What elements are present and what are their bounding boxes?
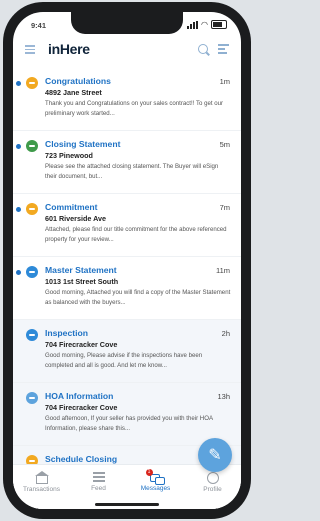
message-title: Closing Statement — [45, 139, 121, 149]
filter-icon[interactable] — [218, 44, 229, 56]
message-preview: Attached, please find our title commitme… — [45, 226, 227, 243]
hamburger-icon[interactable] — [25, 45, 35, 56]
unread-dot — [16, 81, 21, 86]
message-title: Master Statement — [45, 265, 117, 275]
sender-avatar-icon — [26, 329, 38, 341]
tab-label: Messages — [140, 485, 171, 492]
tab-label: Profile — [203, 486, 222, 493]
message-preview: Good afternoon, If your seller has provi… — [45, 415, 213, 432]
sender-avatar-icon — [26, 203, 38, 215]
message-address: 704 Firecracker Cove — [45, 403, 118, 412]
messages-icon: 1 — [145, 469, 165, 485]
sender-avatar-icon — [26, 140, 38, 152]
message-time: 2h — [221, 329, 230, 338]
message-title: HOA Information — [45, 391, 114, 401]
message-row[interactable]: HOA Information 13h 704 Firecracker Cove Go… — [13, 383, 241, 446]
unread-dot — [16, 270, 21, 275]
message-time: 5m — [219, 140, 230, 149]
message-row[interactable]: Closing Statement 5m 723 Pinewood Please se… — [13, 131, 241, 194]
status-icons: ◠ — [187, 20, 227, 29]
message-address: 704 Firecracker Cove — [45, 340, 118, 349]
profile-icon — [206, 472, 219, 484]
message-title: Inspection — [45, 328, 88, 338]
app-screen: 9:41 ◠ inHere Congratulations 1m 4892 Jane… — [13, 12, 241, 509]
message-time: 11m — [215, 266, 230, 275]
message-address: 723 Pinewood — [45, 151, 93, 160]
message-row[interactable]: Commitment 7m 601 Riverside Ave Attached, p… — [13, 194, 241, 257]
unread-dot — [16, 144, 21, 149]
sender-avatar-icon — [26, 392, 38, 404]
signal-icon — [187, 20, 199, 29]
message-preview: Good morning, Please advise if the inspe… — [45, 352, 203, 369]
unread-dot — [16, 207, 21, 212]
home-indicator — [95, 503, 159, 506]
search-icon[interactable] — [198, 44, 208, 54]
tab-label: Feed — [91, 485, 106, 492]
compose-button[interactable]: ✎ — [198, 438, 232, 472]
sender-avatar-icon — [26, 266, 38, 278]
feed-icon — [92, 472, 105, 483]
phone-frame: 9:41 ◠ inHere Congratulations 1m 4892 Jane… — [3, 2, 251, 519]
sender-avatar-icon — [26, 77, 38, 89]
message-time: 1m — [219, 77, 230, 86]
wifi-icon: ◠ — [201, 19, 208, 29]
tab-label: Transactions — [23, 486, 60, 493]
home-icon — [34, 471, 49, 484]
message-time: 13h — [217, 392, 230, 401]
message-preview: Good morning, Attached you will find a c… — [45, 289, 231, 306]
message-title: Commitment — [45, 202, 98, 212]
message-title: Congratulations — [45, 76, 111, 86]
notch — [71, 12, 183, 34]
message-preview: Please see the attached closing statemen… — [45, 163, 219, 180]
message-title: Schedule Closing — [45, 454, 118, 464]
app-logo: inHere — [48, 41, 90, 57]
pencil-icon: ✎ — [208, 447, 222, 464]
unread-badge: 1 — [145, 469, 153, 476]
message-address: 601 Riverside Ave — [45, 214, 106, 223]
message-row[interactable]: Inspection 2h 704 Firecracker Cove Good mor… — [13, 320, 241, 383]
header-actions — [198, 44, 229, 56]
message-row[interactable]: Master Statement 11m 1013 1st Street South… — [13, 257, 241, 320]
app-header: inHere — [13, 36, 241, 64]
battery-icon — [211, 20, 227, 29]
message-address: 4892 Jane Street — [45, 88, 102, 97]
message-row[interactable]: Congratulations 1m 4892 Jane Street Thank y… — [13, 68, 241, 131]
message-address: 1013 1st Street South — [45, 277, 119, 286]
tab-transactions[interactable]: Transactions — [13, 465, 70, 509]
message-time: 7m — [219, 203, 230, 212]
message-preview: Thank you and Congratulations on your sa… — [45, 100, 224, 117]
